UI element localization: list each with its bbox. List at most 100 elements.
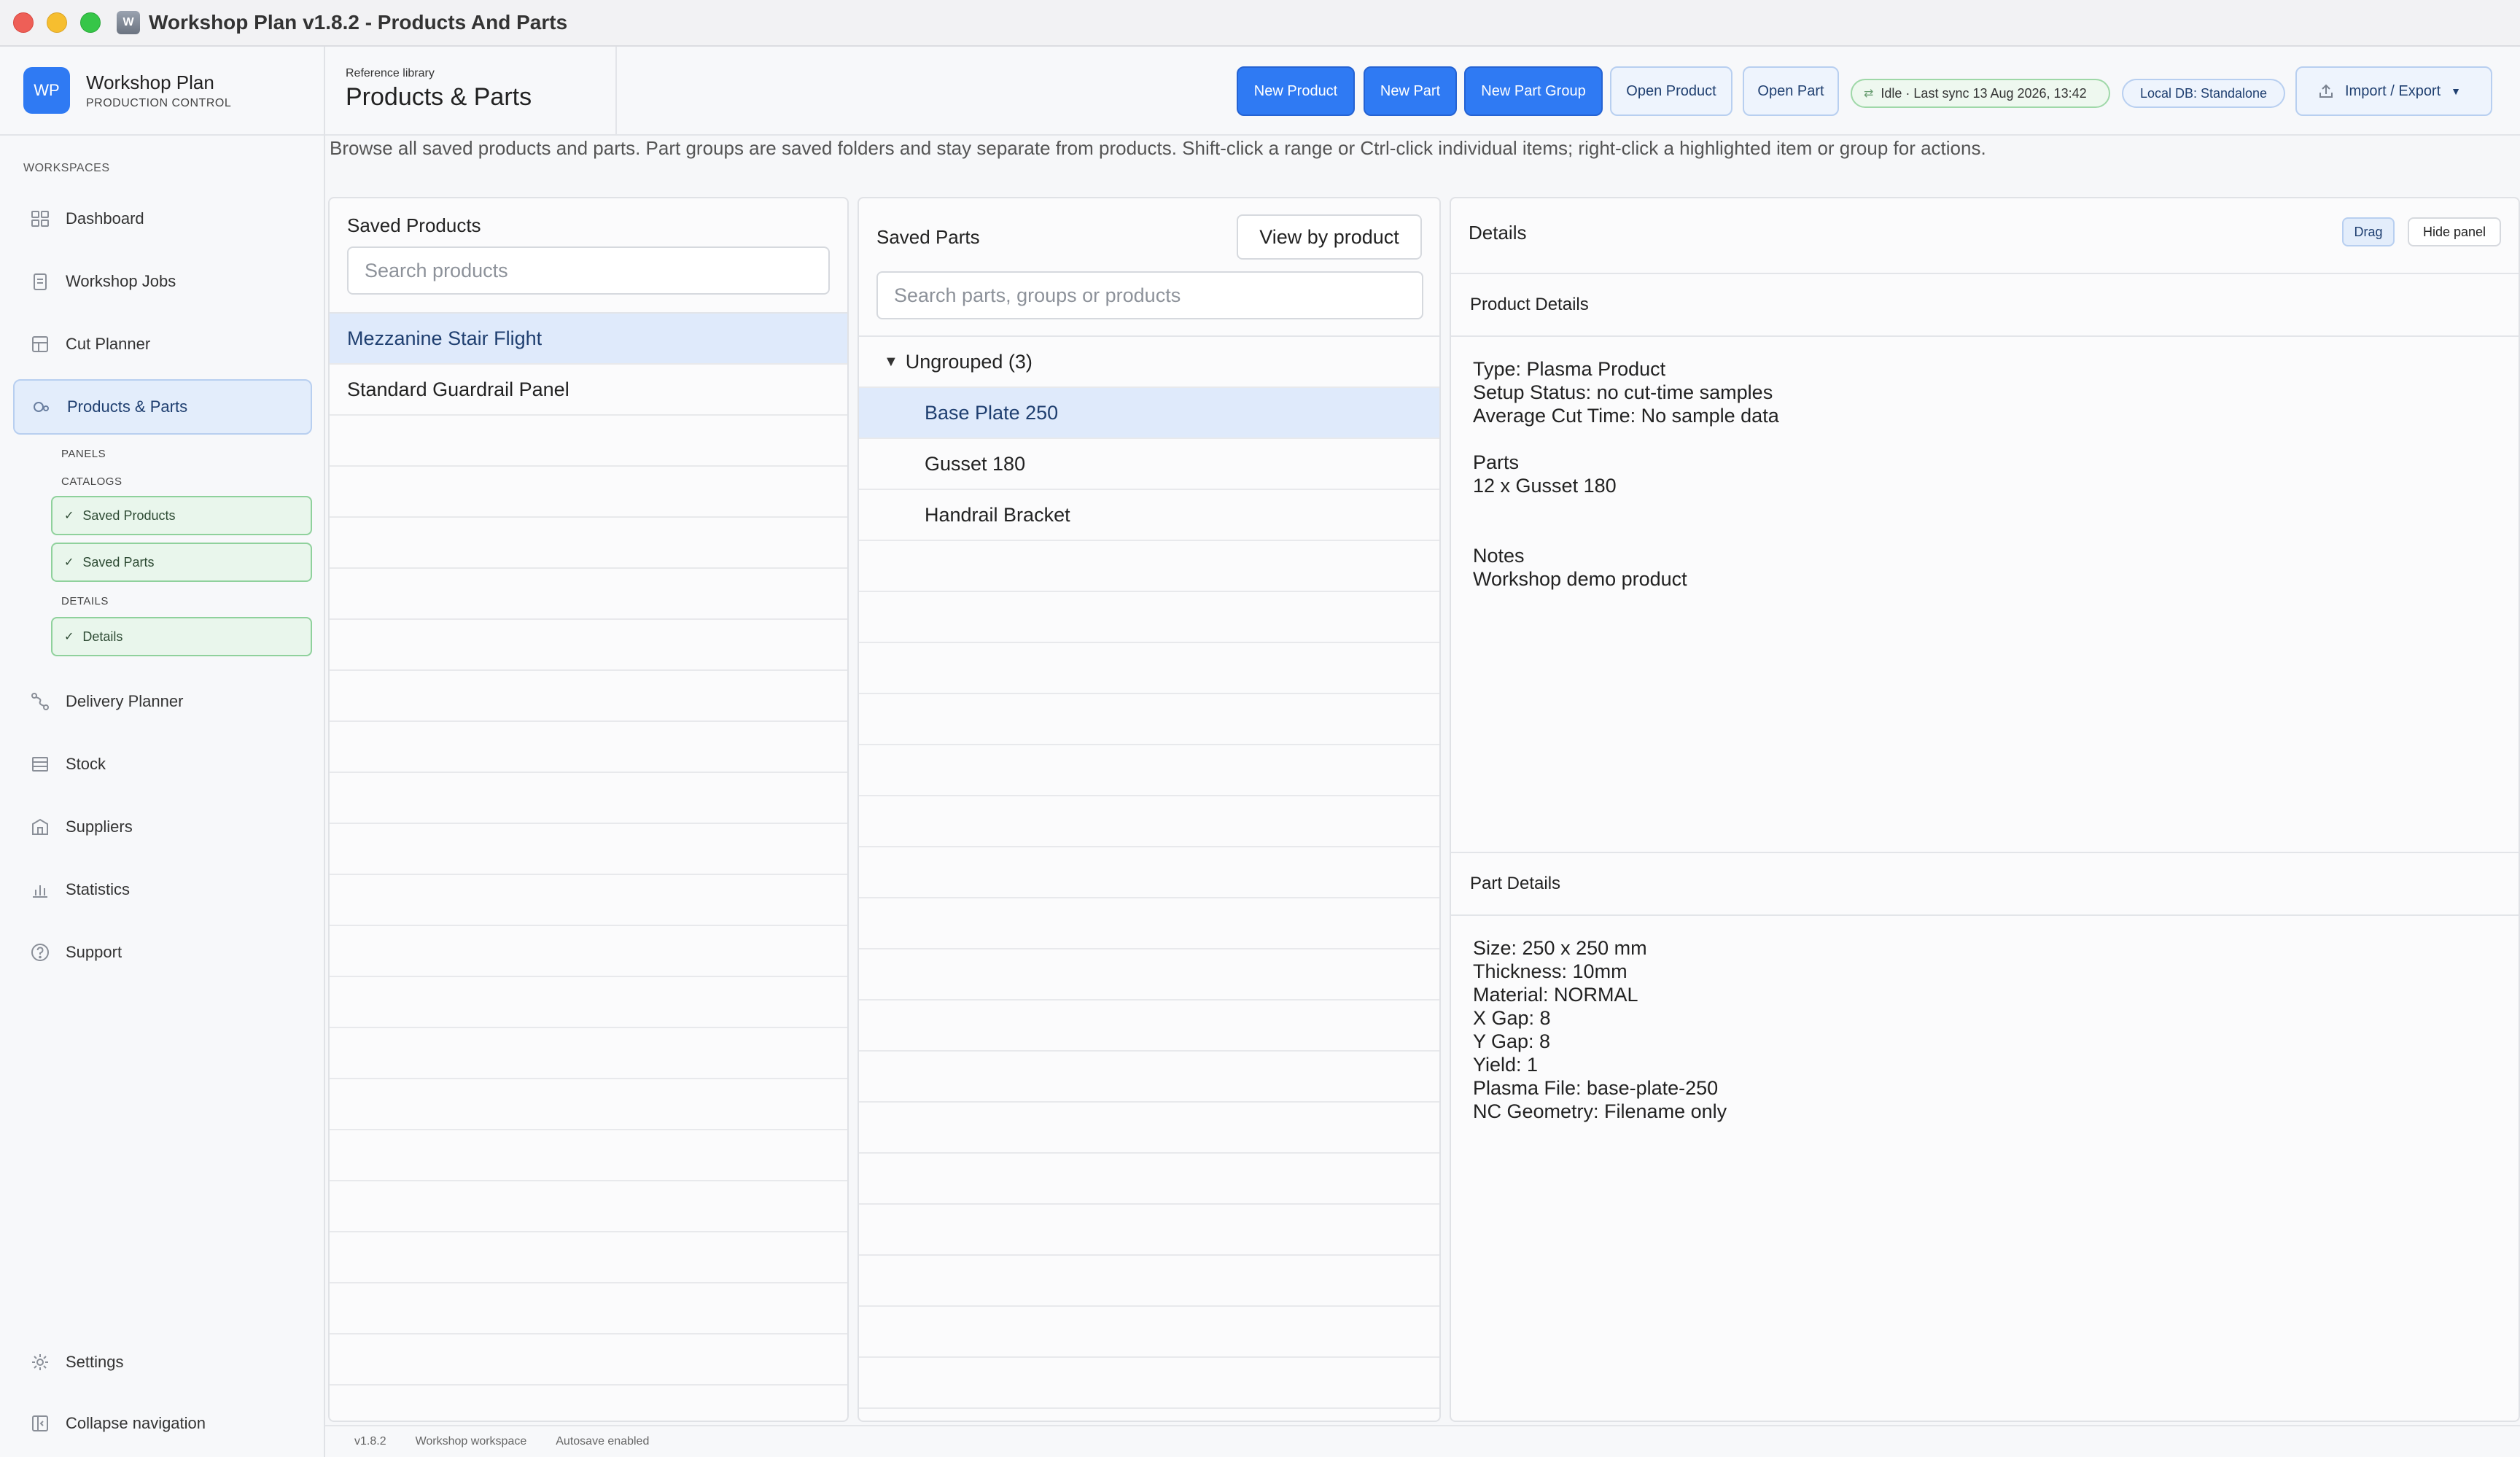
new-product-button[interactable]: New Product <box>1237 66 1355 116</box>
sidebar-item-support[interactable]: Support <box>13 925 312 980</box>
sidebar-item-products-parts[interactable]: Products & Parts <box>13 379 312 435</box>
page-header: Reference library Products & Parts New P… <box>325 47 2520 136</box>
part-details-header: Part Details <box>1451 852 2519 916</box>
sidebar-item-suppliers[interactable]: Suppliers <box>13 799 312 855</box>
product-row[interactable]: Mezzanine Stair Flight <box>330 314 847 365</box>
sidebar-item-delivery-planner[interactable]: Delivery Planner <box>13 674 312 729</box>
part-group-row[interactable]: ▼ Ungrouped (3) <box>859 337 1439 388</box>
detail-line: 12 x Gusset 180 <box>1473 475 1617 497</box>
part-name: Base Plate 250 <box>925 401 1059 424</box>
catalogs-label: CATALOGS <box>61 475 122 488</box>
new-part-group-button[interactable]: New Part Group <box>1464 66 1603 116</box>
import-export-button[interactable]: Import / Export ▼ <box>2295 66 2492 116</box>
empty-row <box>859 541 1439 592</box>
new-part-button[interactable]: New Part <box>1364 66 1457 116</box>
empty-row <box>859 745 1439 796</box>
part-name: Handrail Bracket <box>925 503 1070 526</box>
db-status-text: Local DB: Standalone <box>2139 85 2268 101</box>
app-icon: W <box>117 11 140 34</box>
sidebar-item-label: Cut Planner <box>66 335 151 353</box>
empty-row <box>859 643 1439 694</box>
workspaces-label: WORKSPACES <box>23 162 110 174</box>
product-details-title: Product Details <box>1470 295 1589 314</box>
sync-status-badge: ⇄ Idle · Last sync 13 Aug 2026, 13:42 <box>1851 79 2110 108</box>
part-details-title: Part Details <box>1470 874 1561 893</box>
title-bar: W Workshop Plan v1.8.2 - Products And Pa… <box>0 0 2520 47</box>
sidebar-item-statistics[interactable]: Statistics <box>13 862 312 917</box>
sidebar-item-label: Collapse navigation <box>66 1414 206 1432</box>
db-status-badge: Local DB: Standalone <box>2122 79 2285 108</box>
sidebar-item-label: Suppliers <box>66 817 133 836</box>
check-icon: ✓ <box>64 631 74 643</box>
hide-panel-button[interactable]: Hide panel <box>2408 217 2501 246</box>
detail-line: Thickness: 10mm <box>1473 960 1628 982</box>
check-icon: ✓ <box>64 556 74 569</box>
page-title: Products & Parts <box>346 83 532 111</box>
upload-icon <box>2317 82 2335 100</box>
sidebar-item-settings[interactable]: Settings <box>13 1334 312 1390</box>
page-title-box: Reference library Products & Parts <box>325 47 617 136</box>
detail-line: Type: Plasma Product <box>1473 358 1666 380</box>
detail-line: NC Geometry: Filename only <box>1473 1100 1727 1122</box>
sidebar-item-label: Statistics <box>66 880 131 898</box>
parts-list: ▼ Ungrouped (3) Base Plate 250 Gusset 18… <box>859 335 1439 1409</box>
empty-row <box>859 898 1439 949</box>
empty-row <box>859 1205 1439 1256</box>
detail-line: X Gap: 8 <box>1473 1007 1551 1029</box>
sub-item-label: Saved Parts <box>82 554 155 570</box>
window-title: Workshop Plan v1.8.2 - Products And Part… <box>149 11 568 34</box>
part-name: Gusset 180 <box>925 452 1026 475</box>
sidebar-item-stock[interactable]: Stock <box>13 737 312 792</box>
empty-row <box>859 1358 1439 1409</box>
product-row[interactable]: Standard Guardrail Panel <box>330 365 847 416</box>
cut-planner-icon <box>29 333 51 355</box>
dashboard-icon <box>29 208 51 230</box>
empty-row <box>330 569 847 620</box>
detail-line: Material: NORMAL <box>1473 984 1638 1006</box>
empty-row <box>330 467 847 518</box>
collapse-navigation-button[interactable]: Collapse navigation <box>13 1396 312 1451</box>
part-row[interactable]: Base Plate 250 <box>859 388 1439 439</box>
panel-title: Saved Products <box>347 214 481 236</box>
sidebar-item-workshop-jobs[interactable]: Workshop Jobs <box>13 254 312 309</box>
detail-line: Parts <box>1473 451 1520 473</box>
empty-row <box>330 926 847 977</box>
minimize-window-button[interactable] <box>47 12 67 33</box>
empty-row <box>859 1103 1439 1154</box>
brand: WP Workshop Plan PRODUCTION CONTROL <box>0 47 324 136</box>
sidebar-item-dashboard[interactable]: Dashboard <box>13 191 312 246</box>
status-footer: v1.8.2 Workshop workspace Autosave enabl… <box>325 1425 2520 1457</box>
footer-version: v1.8.2 <box>354 1435 386 1448</box>
detail-line: Size: 250 x 250 mm <box>1473 937 1647 959</box>
brand-name: Workshop Plan <box>86 71 214 93</box>
bar-chart-icon <box>29 879 51 901</box>
maximize-window-button[interactable] <box>80 12 101 33</box>
saved-products-panel: Saved Products Mezzanine Stair Flight St… <box>328 197 849 1422</box>
sub-item-saved-parts[interactable]: ✓ Saved Parts <box>51 543 312 582</box>
empty-row <box>330 1334 847 1386</box>
sidebar-item-label: Settings <box>66 1353 124 1371</box>
open-product-button[interactable]: Open Product <box>1610 66 1732 116</box>
parts-icon <box>31 396 52 418</box>
sidebar: WP Workshop Plan PRODUCTION CONTROL WORK… <box>0 47 325 1457</box>
search-products-input[interactable] <box>347 246 830 295</box>
details-panel: Details Drag Hide panel Product Details … <box>1450 197 2520 1422</box>
part-row[interactable]: Handrail Bracket <box>859 490 1439 541</box>
sub-item-details[interactable]: ✓ Details <box>51 617 312 656</box>
search-parts-input[interactable] <box>876 271 1423 319</box>
open-part-button[interactable]: Open Part <box>1743 66 1839 116</box>
collapse-sidebar-icon <box>29 1413 51 1434</box>
sub-item-saved-products[interactable]: ✓ Saved Products <box>51 496 312 535</box>
window-controls <box>13 12 101 33</box>
empty-row <box>330 671 847 722</box>
close-window-button[interactable] <box>13 12 34 33</box>
sidebar-item-cut-planner[interactable]: Cut Planner <box>13 316 312 372</box>
empty-row <box>859 796 1439 847</box>
detail-line: Y Gap: 8 <box>1473 1030 1551 1052</box>
part-row[interactable]: Gusset 180 <box>859 439 1439 490</box>
sub-item-label: Saved Products <box>82 508 176 523</box>
view-by-product-button[interactable]: View by product <box>1237 214 1422 260</box>
drag-handle[interactable]: Drag <box>2342 217 2395 246</box>
empty-row <box>330 875 847 926</box>
page-eyebrow: Reference library <box>346 67 435 79</box>
